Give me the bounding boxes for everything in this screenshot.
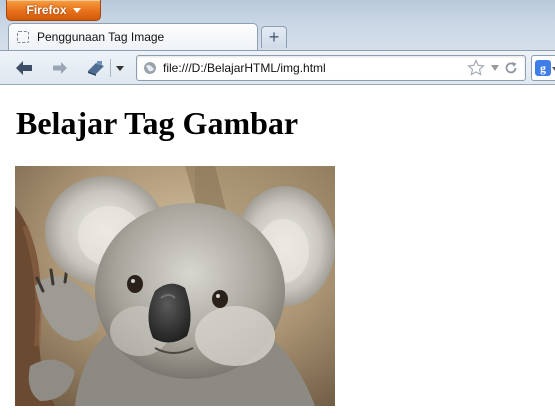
address-bar[interactable]: file:///D:/BelajarHTML/img.html	[136, 55, 526, 81]
bookmarks-icon	[88, 61, 104, 76]
page-favicon-icon	[17, 31, 29, 43]
back-arrow-icon	[16, 61, 32, 75]
forward-button[interactable]	[46, 57, 74, 79]
back-button[interactable]	[10, 57, 38, 79]
firefox-menu-label: Firefox	[26, 3, 67, 17]
firefox-menu-button[interactable]: Firefox	[6, 0, 101, 21]
tab-active[interactable]: Penggunaan Tag Image	[8, 23, 258, 50]
chevron-down-icon[interactable]	[491, 65, 499, 71]
address-bar-url[interactable]: file:///D:/BelajarHTML/img.html	[163, 61, 326, 75]
koala-photo-illustration	[15, 166, 335, 406]
koala-image	[15, 166, 335, 406]
google-icon: g	[535, 60, 551, 76]
page-viewport: Belajar Tag Gambar	[0, 85, 555, 417]
window-titlebar: Firefox Penggunaan Tag Image +	[0, 0, 555, 50]
search-engine-selector[interactable]: g	[531, 55, 555, 81]
bookmarks-dropdown[interactable]	[113, 57, 127, 79]
toolbar-separator	[110, 59, 111, 77]
navigation-toolbar: file:///D:/BelajarHTML/img.html g	[0, 50, 555, 85]
reload-icon[interactable]	[504, 61, 518, 75]
new-tab-button[interactable]: +	[261, 26, 287, 48]
chevron-down-icon	[116, 65, 124, 71]
globe-icon	[144, 62, 156, 74]
forward-arrow-icon	[53, 62, 67, 74]
tab-title: Penggunaan Tag Image	[37, 30, 165, 44]
bookmarks-button[interactable]	[82, 57, 110, 79]
chevron-down-icon	[72, 8, 81, 13]
star-icon[interactable]	[467, 59, 485, 77]
page-heading: Belajar Tag Gambar	[16, 105, 299, 141]
